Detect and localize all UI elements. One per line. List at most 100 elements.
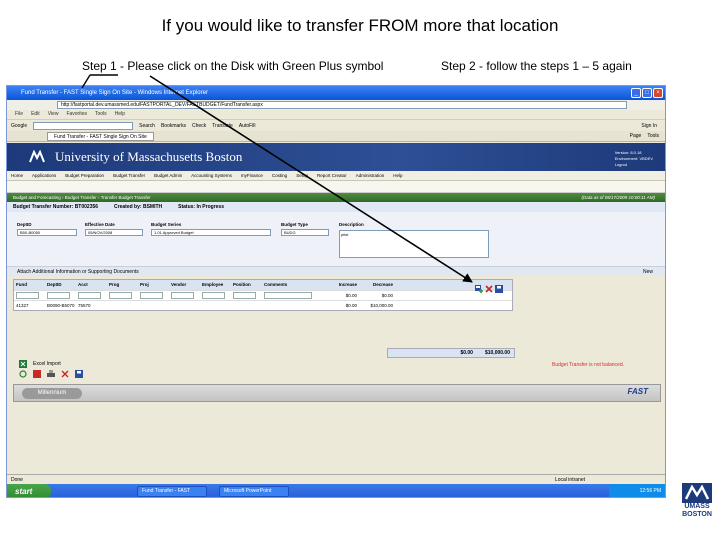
budget-type-select[interactable]: BUDG <box>281 229 329 236</box>
table-row[interactable]: 41327 B0090-B5070 75570 $0.00 $10,000.00 <box>14 300 512 310</box>
version-info: Version: 8.0.18 Environment: VBDEV Logou… <box>614 150 653 168</box>
step-1-instruction: Step 1 - Please click on the Disk with G… <box>82 59 384 73</box>
embedded-screenshot: Fund Transfer - FAST Single Sign On Site… <box>6 85 666 498</box>
fund-input[interactable] <box>16 292 40 300</box>
google-toolbar: Google Search Bookmarks Check Translate … <box>7 119 665 131</box>
menu-help[interactable]: Help <box>115 110 125 119</box>
deptid-field: DeptID B50-B0050 <box>17 222 77 236</box>
app-menu-applications[interactable]: Applications <box>32 171 56 180</box>
google-check[interactable]: Check <box>192 120 206 132</box>
google-search-input[interactable] <box>33 121 134 130</box>
effective-date-input[interactable]: 05/NOV/2008 <box>85 229 143 236</box>
taskbar-item-fund-transfer[interactable]: Fund Transfer - FAST <box>137 486 207 497</box>
delete-line-icon[interactable] <box>485 285 493 293</box>
print-icon[interactable] <box>47 370 55 378</box>
menu-tools[interactable]: Tools <box>95 110 107 119</box>
decrease-input[interactable]: $0.00 <box>360 291 396 300</box>
maximize-button[interactable]: □ <box>642 88 652 98</box>
vendor-input[interactable] <box>171 292 195 300</box>
status-text: Done <box>11 477 23 483</box>
umass-banner: University of Massachusetts Boston Versi… <box>7 143 665 171</box>
refresh-icon[interactable] <box>19 370 27 378</box>
start-button[interactable]: start <box>7 484 51 497</box>
save-icon[interactable] <box>75 370 83 378</box>
breadcrumb-path: Budget and Forecasting › Budget Transfer… <box>13 195 151 200</box>
total-decrease: $10,000.00 <box>484 350 510 356</box>
app-menu-myfinance[interactable]: myFinance <box>241 171 263 180</box>
browser-status-bar: Done Local intranet <box>7 474 665 484</box>
app-menu-budget-admin[interactable]: Budget Admin <box>154 171 182 180</box>
browser-command-bar: Page Tools <box>630 131 659 142</box>
description-label: Description <box>339 222 364 227</box>
google-sign-in[interactable]: Sign In <box>641 120 657 132</box>
app-toolbar <box>7 181 665 193</box>
add-disk-green-plus-icon[interactable] <box>475 285 483 293</box>
taskbar-item-powerpoint[interactable]: Microsoft PowerPoint <box>219 486 289 497</box>
deptid-line-input[interactable] <box>47 292 71 300</box>
app-menu-bar: Home Applications Budget Preparation Bud… <box>7 171 665 181</box>
proj-input[interactable] <box>140 292 164 300</box>
acct-input[interactable] <box>78 292 102 300</box>
browser-menu-bar: File Edit View Favorites Tools Help <box>7 110 665 119</box>
employee-input[interactable] <box>202 292 226 300</box>
google-translate[interactable]: Translate <box>212 120 233 132</box>
menu-favorites[interactable]: Favorites <box>66 110 87 119</box>
increase-input[interactable]: $0.00 <box>324 291 360 300</box>
umass-brand-logo-icon <box>682 483 712 503</box>
app-menu-budget-preparation[interactable]: Budget Preparation <box>65 171 104 180</box>
umass-logo-icon <box>27 148 47 166</box>
browser-title-bar: Fund Transfer - FAST Single Sign On Site… <box>7 86 665 100</box>
totals-bar: $0.00 $10,000.00 <box>387 348 515 358</box>
grid-header: Fund DeptID Acct Prog Proj Vendor Employ… <box>14 280 512 290</box>
app-menu-costing[interactable]: Costing <box>272 171 287 180</box>
delete-icon[interactable] <box>61 370 69 378</box>
excel-icon[interactable] <box>19 360 27 368</box>
brand-umass: UMASS <box>684 503 710 510</box>
budget-type-field: Budget Type BUDG <box>281 222 329 236</box>
position-input[interactable] <box>233 292 257 300</box>
google-label: Google <box>11 122 28 129</box>
address-bar: http://fastportal.dev.umassmed.edu/FASTP… <box>7 100 665 110</box>
page-menu[interactable]: Page <box>630 131 642 142</box>
budget-series-field: Budget Series 1.01 Approved Budget <box>151 222 271 236</box>
budget-series-select[interactable]: 1.01 Approved Budget <box>151 229 271 236</box>
description-input[interactable]: pilot <box>339 230 489 258</box>
app-menu-report-creator[interactable]: Report Creator <box>317 171 347 180</box>
menu-edit[interactable]: Edit <box>31 110 40 119</box>
transfer-header: Budget Transfer Number: BT002356 Created… <box>7 202 665 212</box>
attach-documents-link[interactable]: Attach Additional Information or Support… <box>17 269 139 275</box>
save-disk-icon[interactable] <box>495 285 503 293</box>
app-menu-administration[interactable]: Administration <box>356 171 385 180</box>
google-search[interactable]: Search <box>139 120 155 132</box>
browser-tab[interactable]: Fund Transfer - FAST Single Sign On Site <box>47 132 154 141</box>
grid-input-row: $0.00 $0.00 <box>14 290 512 300</box>
effective-date-field: Effective Date 05/NOV/2008 <box>85 222 143 236</box>
comments-input[interactable] <box>264 292 312 300</box>
app-menu-help[interactable]: Help <box>393 171 402 180</box>
deptid-input[interactable]: B50-B0050 <box>17 229 77 236</box>
pdf-icon[interactable] <box>33 370 41 378</box>
transfer-number-label: Budget Transfer Number: <box>13 204 74 210</box>
new-attachment-button[interactable]: New <box>643 267 653 277</box>
brand-boston: BOSTON <box>682 511 712 518</box>
excel-import-link[interactable]: Excel Import <box>33 359 61 369</box>
slide-title: If you would like to transfer FROM more … <box>161 16 559 35</box>
row-action-icons <box>475 285 503 293</box>
tools-menu[interactable]: Tools <box>647 131 659 142</box>
google-autofill[interactable]: AutoFill <box>239 120 256 132</box>
close-button[interactable]: × <box>653 88 663 98</box>
created-by-label: Created by: <box>114 204 142 210</box>
app-menu-budget-transfer[interactable]: Budget Transfer <box>113 171 145 180</box>
address-input[interactable]: http://fastportal.dev.umassmed.edu/FASTP… <box>57 101 627 109</box>
status-label: Status: <box>178 204 196 210</box>
minimize-button[interactable]: _ <box>631 88 641 98</box>
google-bookmarks[interactable]: Bookmarks <box>161 120 186 132</box>
menu-file[interactable]: File <box>15 110 23 119</box>
app-menu-accounting[interactable]: Accounting Systems <box>191 171 232 180</box>
app-menu-setup[interactable]: Setup <box>296 171 308 180</box>
logout-link[interactable]: Logout <box>615 162 653 168</box>
app-menu-home[interactable]: Home <box>11 171 23 180</box>
prog-input[interactable] <box>109 292 133 300</box>
fast-logo: FAST <box>627 387 648 396</box>
menu-view[interactable]: View <box>48 110 59 119</box>
